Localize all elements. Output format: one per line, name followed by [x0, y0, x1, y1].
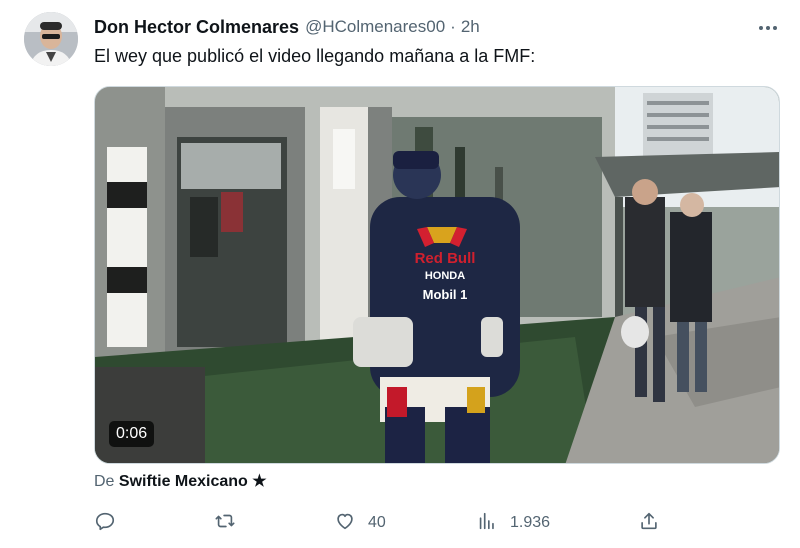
video-attribution: De Swiftie Mexicano ★ [94, 471, 267, 491]
author-name[interactable]: Don Hector Colmenares [94, 17, 299, 38]
separator-dot: · [450, 17, 456, 36]
more-options-icon[interactable] [756, 16, 780, 40]
avatar[interactable] [24, 12, 78, 66]
video-player[interactable]: Red Bull HONDA Mobil 1 0:06 [94, 86, 780, 464]
tweet-time[interactable]: 2h [461, 17, 480, 37]
jersey-line-1: Red Bull [415, 250, 476, 267]
tweet-header: Don Hector Colmenares @HColmenares00 · 2… [94, 14, 780, 40]
like-button[interactable]: 40 [334, 508, 386, 538]
share-icon [638, 510, 660, 537]
views-button[interactable]: 1.936 [476, 508, 550, 538]
video-duration: 0:06 [109, 421, 155, 447]
like-count: 40 [368, 514, 386, 531]
retweet-button[interactable] [214, 508, 236, 538]
reply-icon [94, 510, 116, 537]
tweet-text: El wey que publicó el video llegando mañ… [94, 46, 536, 66]
reply-button[interactable] [94, 508, 116, 538]
jersey-line-3: Mobil 1 [423, 287, 468, 302]
avatar-image [24, 12, 78, 66]
attribution-source-link[interactable]: Swiftie Mexicano ★ [119, 473, 267, 490]
video-frame: Red Bull HONDA Mobil 1 [95, 87, 779, 463]
views-count: 1.936 [510, 514, 551, 531]
retweet-icon [214, 510, 236, 537]
author-handle[interactable]: @HColmenares00 [305, 17, 445, 37]
tweet-action-bar: 40 1.936 [94, 508, 684, 538]
share-button[interactable] [638, 508, 660, 538]
jersey-line-2: HONDA [425, 270, 465, 282]
attribution-prefix: De [94, 473, 115, 490]
views-icon [476, 510, 498, 537]
heart-icon [334, 510, 356, 537]
